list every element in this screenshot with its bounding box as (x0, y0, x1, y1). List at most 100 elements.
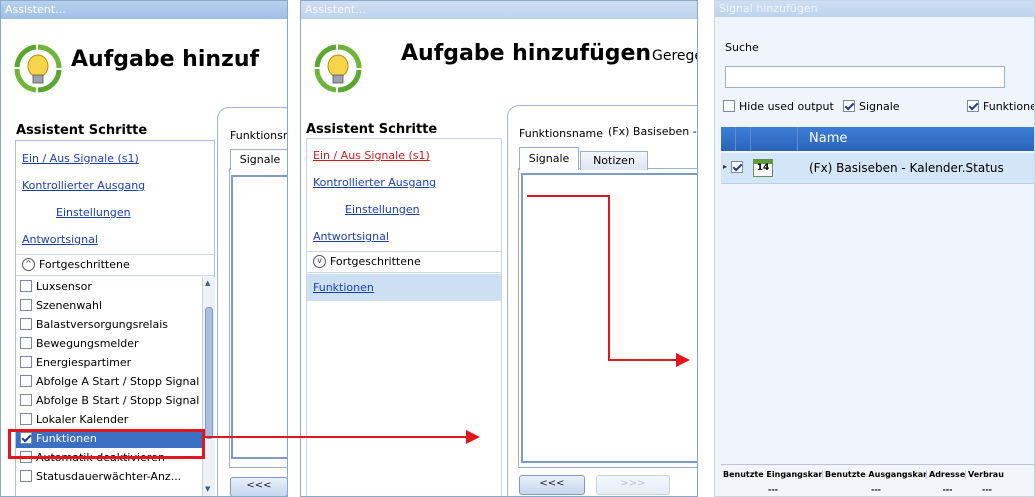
filter-label: Funktione (983, 100, 1035, 113)
next-button[interactable]: >>> (596, 475, 670, 495)
step-link-response-signal[interactable]: Antwortsignal (22, 233, 98, 246)
checkbox[interactable] (20, 470, 32, 482)
function-name-label: Funktionsname (519, 127, 604, 140)
tab-signals[interactable]: Signale (230, 149, 287, 170)
advanced-toggle[interactable]: ^ Fortgeschrittene (16, 254, 214, 276)
page-title: Aufgabe hinzufügen (401, 41, 652, 66)
grid-header: Name (721, 127, 1034, 151)
tab-notes[interactable]: Notizen (580, 151, 648, 170)
checkbox-checked[interactable] (967, 100, 979, 112)
function-name-label: Funktionsr (230, 129, 288, 142)
signals-list-area (231, 175, 287, 459)
calendar-icon-number: 14 (756, 163, 770, 173)
filter-label: Hide used output (739, 100, 834, 113)
step-link-response-signal[interactable]: Antwortsignal (313, 230, 389, 243)
annotation-arrow-2-head (676, 353, 690, 367)
checkbox[interactable] (20, 394, 32, 406)
checkbox[interactable] (20, 318, 32, 330)
checkbox[interactable] (20, 356, 32, 368)
checklist-item[interactable]: Abfolge A Start / Stopp Signal (16, 372, 202, 391)
checklist-label: Lokaler Kalender (36, 413, 129, 426)
step-link-controlled-output[interactable]: Kontrollierter Ausgang (22, 179, 145, 192)
chevron-down-icon: v (313, 254, 326, 268)
lightbulb-logo-icon (314, 44, 362, 93)
add-signal-dialog: Signal hinzufügen Suche Hide used output… (714, 0, 1035, 497)
checklist-label: Luxsensor (36, 280, 92, 293)
checkbox-checked[interactable] (843, 100, 855, 112)
wizard-panel-1: Assistent... Aufgabe hinzuf Assistent Sc… (0, 0, 288, 497)
checklist-label: Energiespartimer (36, 356, 132, 369)
advanced-toggle[interactable]: v Fortgeschrittene (307, 251, 501, 273)
selection-highlight-box (8, 429, 205, 459)
grid-header-cell (721, 127, 736, 151)
functions-step-row[interactable]: Funktionen (307, 274, 501, 301)
back-button[interactable]: <<< (230, 477, 287, 496)
back-button[interactable]: <<< (519, 475, 585, 495)
filter-hide-used[interactable]: Hide used output (723, 100, 834, 114)
chevron-up-icon: ^ (22, 257, 35, 271)
row-checkbox[interactable] (731, 161, 743, 173)
calendar-icon: 14 (753, 159, 773, 177)
footer-value: --- (768, 485, 778, 494)
checkbox[interactable] (20, 299, 32, 311)
scrollbar-thumb[interactable] (205, 307, 213, 439)
checklist-label: Szenenwahl (36, 299, 102, 312)
checkbox[interactable] (20, 337, 32, 349)
checklist-item[interactable]: Lokaler Kalender (16, 410, 202, 429)
step-link-controlled-output[interactable]: Kontrollierter Ausgang (313, 176, 436, 189)
checkbox[interactable] (20, 413, 32, 425)
step-link-functions[interactable]: Funktionen (313, 281, 374, 294)
checkbox[interactable] (20, 375, 32, 387)
annotation-arrow-1-head (466, 430, 480, 444)
grid-row[interactable]: ▸ 14 (Fx) Basiseben - Kalender.Status (721, 153, 1034, 184)
function-name-field[interactable]: (Fx) Basiseben - I (603, 123, 697, 141)
filter-signals[interactable]: Signale (843, 100, 900, 114)
footer-col-output-channels: Benutzte Ausgangskanäle (823, 470, 927, 479)
footer-col-input-channels: Benutzte Eingangskanäle (721, 470, 823, 479)
search-input[interactable] (725, 66, 1005, 88)
footer-col-consumption: Verbrau (968, 470, 1004, 479)
step-link-settings[interactable]: Einstellungen (56, 206, 131, 219)
annotation-arrow-2-line (608, 359, 678, 361)
footer-summary-table: Benutzte Eingangskanäle Benutzte Ausgang… (721, 464, 1034, 496)
lightbulb-logo-icon (14, 44, 62, 93)
window-title: Assistent... (301, 1, 697, 19)
page-title: Aufgabe hinzuf (71, 47, 260, 72)
checklist-item[interactable]: Statusdauerwächter-Anz... (16, 467, 202, 486)
row-expand-icon[interactable]: ▸ (723, 162, 727, 171)
grid-header-cell (736, 127, 751, 151)
advanced-label: Fortgeschrittene (39, 258, 130, 271)
scroll-up-icon[interactable]: ▲ (205, 279, 210, 287)
filter-functions[interactable]: Funktione (967, 100, 1035, 114)
checklist-item[interactable]: Bewegungsmelder (16, 334, 202, 353)
checklist-scrollbar[interactable]: ▲ ▼ (202, 277, 215, 496)
column-header-name[interactable]: Name (809, 131, 847, 146)
checklist-item[interactable]: Luxsensor (16, 277, 202, 296)
step-link-on-off-signals[interactable]: Ein / Aus Signale (s1) (313, 149, 430, 162)
footer-value: --- (871, 485, 881, 494)
annotation-arrow-2-line (527, 195, 610, 197)
steps-heading: Assistent Schritte (16, 123, 148, 138)
footer-value: --- (942, 485, 953, 494)
footer-col-address: Adresse (929, 470, 966, 479)
grid-header-cell (751, 127, 798, 151)
tab-signals[interactable]: Signale (519, 147, 579, 170)
footer-value: --- (982, 485, 992, 494)
window-title: Assistent... (1, 1, 287, 19)
checklist-item[interactable]: Energiespartimer (16, 353, 202, 372)
checklist-item[interactable]: Abfolge B Start / Stopp Signal (16, 391, 202, 410)
step-link-on-off-signals[interactable]: Ein / Aus Signale (s1) (22, 152, 139, 165)
checklist-label: Abfolge B Start / Stopp Signal (36, 394, 200, 407)
checklist-label: Abfolge A Start / Stopp Signal (36, 375, 200, 388)
search-label: Suche (725, 41, 759, 54)
steps-heading: Assistent Schritte (306, 122, 438, 137)
checkbox[interactable] (723, 100, 735, 112)
step-link-settings[interactable]: Einstellungen (345, 203, 420, 216)
checklist-item[interactable]: Balastversorgungsrelais (16, 315, 202, 334)
page-subtitle: Gerege (652, 48, 698, 64)
scroll-down-icon[interactable]: ▼ (205, 485, 210, 493)
filter-label: Signale (859, 100, 900, 113)
checklist-item[interactable]: Szenenwahl (16, 296, 202, 315)
checkbox[interactable] (20, 280, 32, 292)
checklist-label: Bewegungsmelder (36, 337, 139, 350)
